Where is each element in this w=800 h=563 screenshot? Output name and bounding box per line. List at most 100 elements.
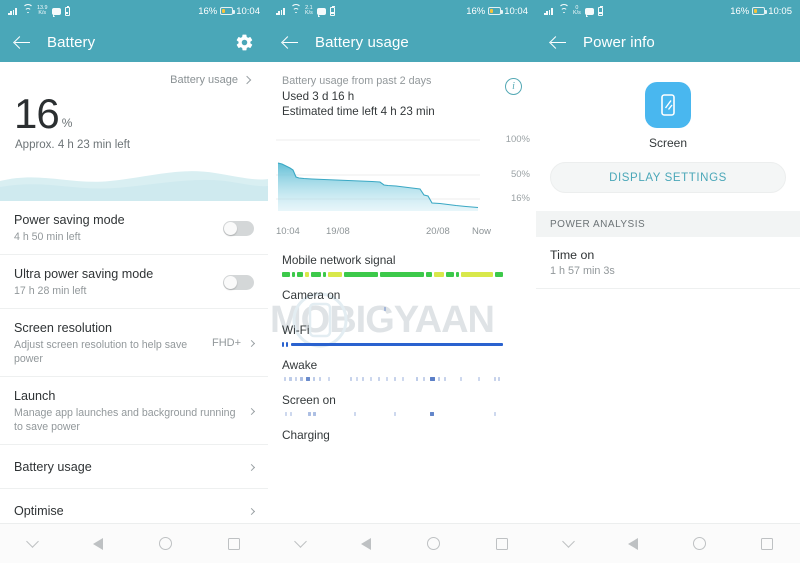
timeline-camera-on: Camera on bbox=[282, 280, 522, 312]
chevron-down-icon[interactable] bbox=[294, 535, 307, 548]
status-clock: 10:05 bbox=[768, 5, 792, 17]
power-saving-toggle[interactable] bbox=[223, 220, 254, 236]
chevron-right-icon bbox=[247, 339, 256, 347]
table-row[interactable]: Battery usage bbox=[0, 445, 268, 489]
table-row[interactable]: Launch Manage app launches and backgroun… bbox=[0, 377, 268, 445]
chevron-down-icon[interactable] bbox=[26, 535, 39, 548]
row-texts: Launch Manage app launches and backgroun… bbox=[14, 388, 249, 434]
status-battery-percent: 16% bbox=[198, 5, 218, 17]
timeline-label: Wi-Fi bbox=[282, 323, 310, 337]
row-subtitle: Manage app launches and background runni… bbox=[14, 407, 236, 433]
y-axis-tick-50: 50% bbox=[510, 169, 530, 180]
back-triangle-icon[interactable] bbox=[361, 537, 371, 550]
chevron-right-icon bbox=[247, 407, 256, 415]
display-settings-label: DISPLAY SETTINGS bbox=[609, 171, 727, 184]
signal-icon bbox=[276, 7, 286, 15]
chevron-right-icon bbox=[247, 463, 256, 471]
row-control bbox=[223, 274, 254, 290]
message-icon bbox=[316, 7, 326, 17]
message-icon bbox=[584, 7, 594, 17]
row-title: Launch bbox=[14, 389, 56, 403]
data-speed-icon: 0 K/s bbox=[573, 5, 581, 17]
row-subtitle: 4 h 50 min left bbox=[14, 231, 81, 243]
status-bar-right: 16% 10:05 bbox=[730, 6, 792, 17]
row-texts: Optimise bbox=[14, 503, 249, 519]
table-row[interactable]: Screen resolution Adjust screen resoluti… bbox=[0, 309, 268, 377]
recents-square-icon[interactable] bbox=[496, 537, 508, 550]
x-axis: 10:04 19/08 20/08 Now bbox=[268, 223, 536, 239]
status-bar-left: 13.9 K/s bbox=[8, 4, 70, 17]
battery-level-icon bbox=[488, 7, 504, 15]
app-bar-power-info: Power info bbox=[536, 22, 800, 62]
home-circle-icon[interactable] bbox=[692, 537, 706, 550]
display-settings-button[interactable]: DISPLAY SETTINGS bbox=[550, 162, 786, 193]
table-row[interactable]: Time on 1 h 57 min 3s bbox=[536, 237, 800, 289]
ultra-power-saving-toggle[interactable] bbox=[223, 274, 254, 290]
app-identity: Screen bbox=[536, 62, 800, 150]
battery-icon bbox=[597, 5, 604, 16]
chevron-down-icon[interactable] bbox=[561, 535, 575, 548]
table-row[interactable]: Ultra power saving mode 17 h 28 min left bbox=[0, 255, 268, 309]
home-circle-icon[interactable] bbox=[159, 537, 172, 550]
data-speed-icon: 13.9 K/s bbox=[37, 5, 48, 17]
recents-square-icon[interactable] bbox=[228, 537, 240, 550]
status-bar: 13.9 K/s 16% 10:04 bbox=[0, 0, 268, 22]
app-name-label: Screen bbox=[648, 136, 688, 150]
x-axis-tick-0: 10:04 bbox=[276, 226, 300, 237]
section-header-power-analysis: POWER ANALYSIS bbox=[536, 211, 800, 237]
signal-bar-track bbox=[282, 272, 522, 277]
panel-battery: 13.9 K/s 16% 10:04 Battery Battery usage bbox=[0, 0, 268, 563]
back-arrow-icon[interactable] bbox=[14, 34, 31, 51]
back-arrow-icon[interactable] bbox=[550, 34, 567, 51]
signal-icon bbox=[544, 7, 554, 15]
status-clock: 10:04 bbox=[236, 5, 260, 17]
app-bar-battery-usage: Battery usage bbox=[268, 22, 536, 62]
row-texts: Battery usage bbox=[14, 459, 249, 475]
wave-graphic bbox=[0, 159, 268, 201]
timeline-screen-on: Screen on bbox=[282, 385, 522, 417]
camera-bar-track bbox=[282, 307, 522, 312]
awake-bar-track bbox=[282, 377, 522, 382]
usage-period-label: Battery usage from past 2 days bbox=[282, 75, 432, 87]
usage-used-label: Used 3 d 16 h bbox=[282, 90, 355, 103]
back-triangle-icon[interactable] bbox=[93, 537, 103, 550]
gear-icon[interactable] bbox=[235, 33, 254, 52]
table-row[interactable]: Power saving mode 4 h 50 min left bbox=[0, 201, 268, 255]
row-title: Ultra power saving mode bbox=[14, 267, 154, 281]
status-clock: 10:04 bbox=[504, 5, 528, 17]
battery-level-icon bbox=[220, 7, 236, 15]
info-icon[interactable]: i bbox=[505, 78, 522, 95]
home-circle-icon[interactable] bbox=[427, 537, 440, 550]
timeline-charging: Charging bbox=[282, 420, 522, 452]
row-control bbox=[247, 463, 256, 471]
nav-bar bbox=[0, 523, 268, 563]
row-subtitle: 17 h 28 min left bbox=[14, 285, 87, 297]
x-axis-tick-1: 19/08 bbox=[326, 226, 350, 237]
row-texts: Screen resolution Adjust screen resoluti… bbox=[14, 320, 212, 366]
battery-percent-symbol: % bbox=[61, 116, 73, 130]
recents-square-icon[interactable] bbox=[760, 537, 773, 550]
battery-level-chart: 100% 50% 16% 10:04 19/08 20/08 Now bbox=[268, 131, 536, 239]
battery-usage-link-label: Battery usage bbox=[170, 74, 238, 86]
row-texts: Ultra power saving mode 17 h 28 min left bbox=[14, 266, 223, 298]
back-triangle-icon[interactable] bbox=[627, 537, 638, 550]
signal-icon bbox=[8, 7, 18, 15]
timeline-label: Awake bbox=[282, 358, 318, 372]
phone-screenshots-row: 13.9 K/s 16% 10:04 Battery Battery usage bbox=[0, 0, 800, 563]
screen-app-icon bbox=[645, 82, 691, 128]
wifi-icon bbox=[290, 4, 301, 15]
timeline-mobile-network-signal: Mobile network signal bbox=[282, 245, 522, 277]
timeline-awake: Awake bbox=[282, 350, 522, 382]
battery-settings-list: Power saving mode 4 h 50 min left Ultra … bbox=[0, 201, 268, 563]
row-subtitle: 1 h 57 min 3s bbox=[550, 265, 615, 277]
battery-summary: Battery usage 16 % Approx. 4 h 23 min le… bbox=[0, 62, 268, 201]
battery-level-icon bbox=[752, 7, 768, 15]
panel-power-info: 0 K/s 16% 10:05 Power info Screen DISPLA… bbox=[536, 0, 800, 563]
battery-percent-value: 16 bbox=[14, 90, 60, 137]
back-arrow-icon[interactable] bbox=[282, 34, 299, 51]
row-title: Time on bbox=[550, 248, 595, 262]
status-bar-right: 16% 10:04 bbox=[466, 6, 528, 17]
timeline-label: Screen on bbox=[282, 393, 336, 407]
battery-usage-link[interactable]: Battery usage bbox=[0, 62, 268, 86]
wifi-icon bbox=[558, 4, 569, 15]
